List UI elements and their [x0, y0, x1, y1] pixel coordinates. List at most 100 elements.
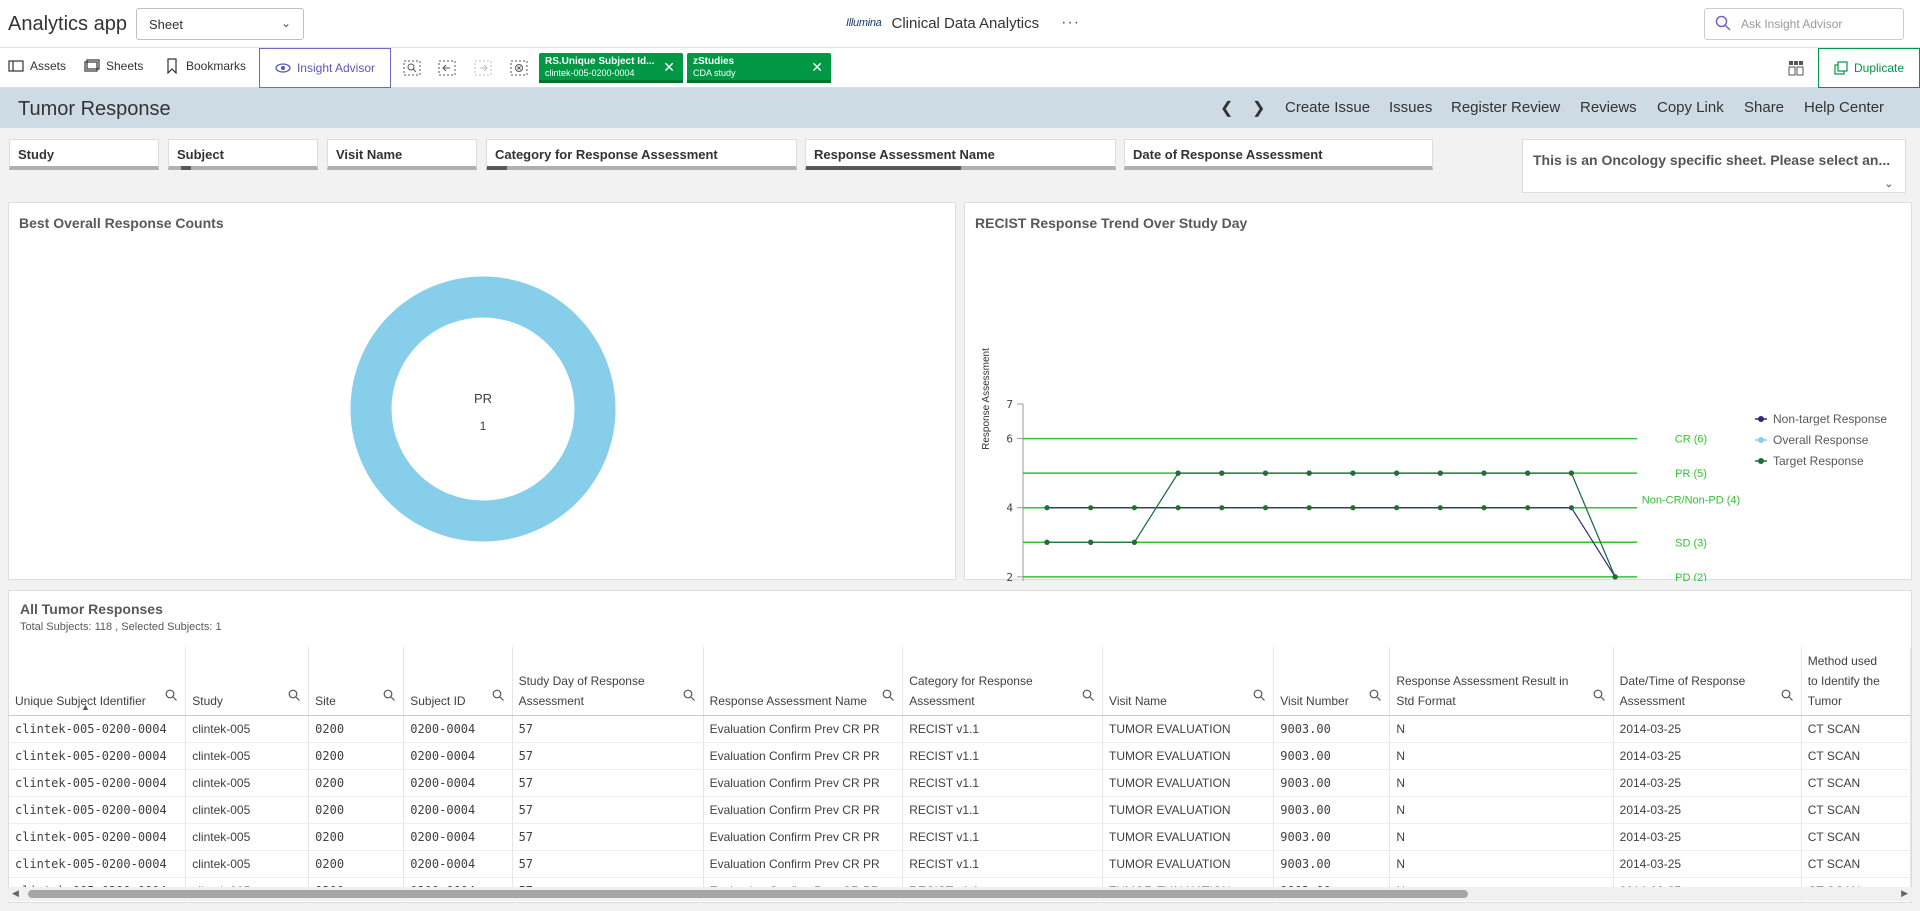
- data-point[interactable]: [1481, 470, 1487, 476]
- share-link[interactable]: Share: [1744, 99, 1784, 116]
- table-cell[interactable]: 0200-0004: [403, 715, 513, 743]
- table-cell[interactable]: clintek-005-0200-0004: [9, 796, 187, 824]
- filter-study[interactable]: Study: [9, 139, 159, 170]
- table-cell[interactable]: 0200: [308, 796, 405, 824]
- table-cell[interactable]: 2014-03-25: [1613, 796, 1802, 824]
- table-cell[interactable]: clintek-005: [185, 796, 310, 824]
- data-point[interactable]: [1568, 505, 1574, 511]
- table-cell[interactable]: 9003.00: [1273, 823, 1391, 851]
- column-header[interactable]: Study Day of Response Assessment: [512, 647, 704, 716]
- series-line-overall-response[interactable]: [1047, 472, 1616, 578]
- close-icon[interactable]: ✕: [811, 59, 823, 76]
- grid-icon[interactable]: [1788, 60, 1804, 76]
- column-search-icon[interactable]: [1369, 689, 1382, 701]
- column-header[interactable]: Unique Subject Identifier ▲: [9, 647, 187, 716]
- data-point[interactable]: [1394, 470, 1400, 476]
- table-cell[interactable]: RECIST v1.1: [902, 715, 1104, 743]
- assets-button[interactable]: Assets: [8, 58, 66, 74]
- data-point[interactable]: [1306, 505, 1312, 511]
- table-cell[interactable]: RECIST v1.1: [902, 850, 1104, 878]
- table-row[interactable]: clintek-005-0200-0004clintek-00502000200…: [9, 742, 1911, 770]
- table-cell[interactable]: 57: [512, 823, 704, 851]
- column-search-icon[interactable]: [1781, 689, 1793, 701]
- table-cell[interactable]: Evaluation Confirm Prev CR PR: [703, 823, 904, 851]
- table-cell[interactable]: 57: [512, 796, 704, 824]
- close-icon[interactable]: ✕: [663, 59, 675, 76]
- legend-label[interactable]: Non-target Response: [1773, 412, 1887, 426]
- table-cell[interactable]: 57: [512, 769, 704, 797]
- smart-search-icon[interactable]: [403, 60, 421, 76]
- table-cell[interactable]: 2014-03-25: [1613, 823, 1802, 851]
- table-cell[interactable]: 2014-03-25: [1613, 715, 1802, 743]
- table-cell[interactable]: CT SCAN: [1801, 796, 1911, 824]
- table-cell[interactable]: clintek-005: [185, 742, 310, 770]
- table-cell[interactable]: TUMOR EVALUATION: [1102, 715, 1275, 743]
- insight-advisor-button[interactable]: Insight Advisor: [259, 48, 391, 88]
- data-point[interactable]: [1612, 574, 1618, 580]
- column-header[interactable]: Method used to Identify the Tumor: [1801, 647, 1911, 716]
- scroll-left-icon[interactable]: ◀: [12, 888, 19, 899]
- copy-link-link[interactable]: Copy Link: [1657, 99, 1724, 116]
- table-cell[interactable]: CT SCAN: [1801, 850, 1911, 878]
- table-cell[interactable]: clintek-005-0200-0004: [9, 715, 187, 743]
- register-review-link[interactable]: Register Review: [1451, 99, 1560, 116]
- table-cell[interactable]: Evaluation Confirm Prev CR PR: [703, 796, 904, 824]
- step-forward-icon[interactable]: [474, 60, 492, 76]
- data-point[interactable]: [1262, 470, 1269, 476]
- table-cell[interactable]: Evaluation Confirm Prev CR PR: [703, 742, 904, 770]
- table-cell[interactable]: clintek-005: [185, 823, 310, 851]
- data-point[interactable]: [1481, 505, 1487, 511]
- table-cell[interactable]: 0200: [308, 769, 405, 797]
- scrollbar-thumb[interactable]: [28, 890, 1468, 898]
- table-cell[interactable]: N: [1389, 769, 1614, 797]
- table-cell[interactable]: 2014-03-25: [1613, 742, 1802, 770]
- column-header[interactable]: Site: [308, 647, 405, 716]
- filter-subject[interactable]: Subject: [168, 139, 318, 170]
- table-cell[interactable]: TUMOR EVALUATION: [1102, 796, 1275, 824]
- table-cell[interactable]: TUMOR EVALUATION: [1102, 742, 1275, 770]
- scroll-right-icon[interactable]: ▶: [1901, 888, 1908, 899]
- table-cell[interactable]: 0200: [308, 715, 405, 743]
- data-point[interactable]: [1175, 505, 1181, 511]
- table-cell[interactable]: 9003.00: [1273, 796, 1391, 824]
- previous-sheet-icon[interactable]: ❮: [1220, 98, 1233, 118]
- bookmarks-button[interactable]: Bookmarks: [164, 58, 246, 74]
- table-cell[interactable]: TUMOR EVALUATION: [1102, 769, 1275, 797]
- table-cell[interactable]: 57: [512, 742, 704, 770]
- horizontal-scrollbar[interactable]: ◀ ▶: [8, 887, 1912, 901]
- table-cell[interactable]: RECIST v1.1: [902, 742, 1104, 770]
- table-cell[interactable]: 0200-0004: [403, 769, 513, 797]
- column-search-icon[interactable]: [882, 689, 895, 701]
- data-point[interactable]: [1437, 470, 1443, 476]
- table-cell[interactable]: 0200-0004: [403, 742, 513, 770]
- data-point[interactable]: [1525, 470, 1531, 476]
- reviews-link[interactable]: Reviews: [1580, 99, 1637, 116]
- table-cell[interactable]: RECIST v1.1: [902, 796, 1104, 824]
- data-point[interactable]: [1262, 505, 1269, 511]
- filter-category[interactable]: Category for Response Assessment: [486, 139, 797, 170]
- table-cell[interactable]: 57: [512, 715, 704, 743]
- table-cell[interactable]: N: [1389, 715, 1614, 743]
- filter-visit-name[interactable]: Visit Name: [327, 139, 477, 170]
- table-cell[interactable]: 0200-0004: [403, 850, 513, 878]
- table-cell[interactable]: 57: [512, 850, 704, 878]
- filter-date[interactable]: Date of Response Assessment: [1124, 139, 1433, 170]
- ask-insight-advisor-input[interactable]: Ask Insight Advisor: [1704, 8, 1904, 40]
- table-cell[interactable]: clintek-005-0200-0004: [9, 823, 187, 851]
- column-search-icon[interactable]: [683, 689, 695, 701]
- create-issue-link[interactable]: Create Issue: [1285, 99, 1370, 116]
- table-cell[interactable]: 9003.00: [1273, 715, 1391, 743]
- table-row[interactable]: clintek-005-0200-0004clintek-00502000200…: [9, 715, 1911, 743]
- column-header[interactable]: Date/Time of Response Assessment: [1613, 647, 1802, 716]
- table-cell[interactable]: CT SCAN: [1801, 715, 1911, 743]
- table-cell[interactable]: CT SCAN: [1801, 769, 1911, 797]
- data-point[interactable]: [1044, 505, 1050, 511]
- issues-link[interactable]: Issues: [1389, 99, 1432, 116]
- selection-chip-subject[interactable]: RS.Unique Subject Id... clintek-005-0200…: [539, 53, 683, 83]
- table-cell[interactable]: N: [1389, 850, 1614, 878]
- table-cell[interactable]: 0200: [308, 742, 405, 770]
- column-search-icon[interactable]: [1082, 689, 1094, 701]
- data-point[interactable]: [1525, 505, 1531, 511]
- table-cell[interactable]: 0200: [308, 823, 405, 851]
- table-cell[interactable]: 0200-0004: [403, 796, 513, 824]
